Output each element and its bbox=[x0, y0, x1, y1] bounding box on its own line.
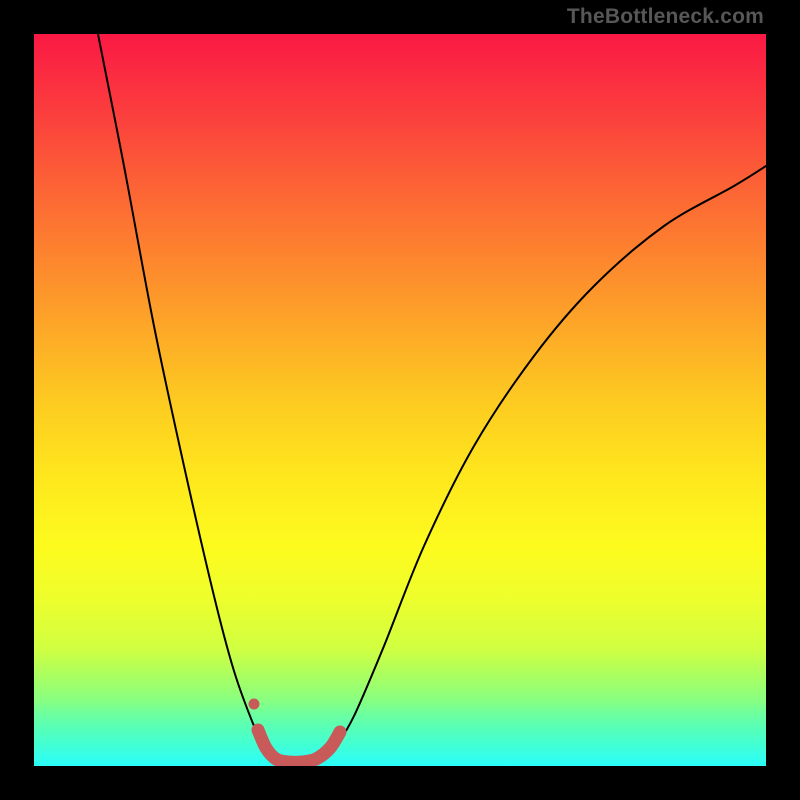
attribution-label: TheBottleneck.com bbox=[567, 5, 764, 29]
curve-overlay bbox=[34, 34, 766, 766]
series-left_dot-marker bbox=[249, 699, 260, 710]
series-right_curve bbox=[334, 166, 766, 750]
plot-area bbox=[34, 34, 766, 766]
series-left_curve bbox=[98, 34, 266, 750]
chart-frame: TheBottleneck.com bbox=[0, 0, 800, 800]
series-bottom_marker bbox=[258, 730, 340, 762]
